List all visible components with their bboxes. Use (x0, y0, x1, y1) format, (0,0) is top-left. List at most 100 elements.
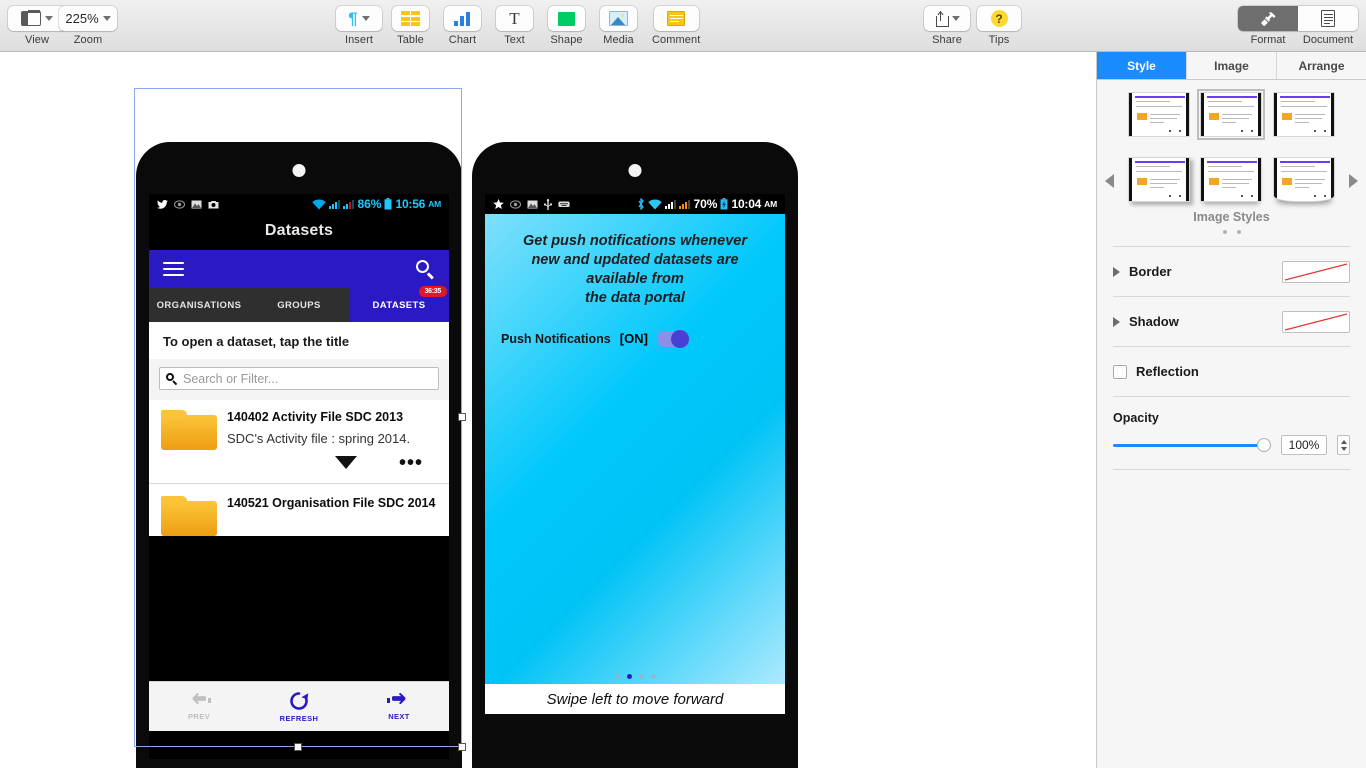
opacity-controls: 100% (1097, 425, 1366, 455)
divider (1113, 469, 1350, 470)
push-notifications-row[interactable]: Push Notifications [ON] (485, 309, 785, 348)
view-button[interactable] (8, 6, 66, 31)
opacity-stepper[interactable] (1337, 435, 1350, 455)
document-label: Document (1302, 34, 1354, 46)
image-style-option-4[interactable] (1128, 157, 1191, 202)
toolbar-group-table: Table (392, 6, 429, 46)
slider-knob[interactable] (1257, 438, 1271, 452)
phone2-status-left-icons (493, 198, 570, 210)
phone2-ampm: AM (764, 199, 777, 209)
styles-next-arrow-icon[interactable] (1349, 174, 1358, 188)
resize-handle-bottom[interactable] (294, 743, 302, 751)
resize-handle-right[interactable] (458, 413, 466, 421)
wifi-icon (648, 198, 663, 209)
phone2-clock: 10:04 (731, 197, 762, 211)
table-icon (401, 11, 420, 26)
toolbar-group-chart: Chart (444, 6, 481, 46)
tab-arrange[interactable]: Arrange (1277, 52, 1366, 79)
insert-button[interactable]: ¶ (336, 6, 382, 31)
shape-button[interactable] (548, 6, 585, 31)
phone2-headline: Get push notifications whenever new and … (523, 233, 747, 307)
toolbar-group-share: Share (924, 6, 970, 46)
border-row[interactable]: Border (1097, 247, 1366, 296)
zoom-button[interactable]: 225% (59, 6, 117, 31)
styles-prev-arrow-icon[interactable] (1105, 174, 1114, 188)
page-dot[interactable] (650, 674, 656, 679)
format-brush-icon (1260, 11, 1277, 27)
chart-button[interactable] (444, 6, 481, 31)
tab-image[interactable]: Image (1187, 52, 1277, 79)
image-styles-picker: Image Styles (1097, 80, 1366, 234)
phone2-screen: 70% 10:04 AM Get push notifications when… (485, 194, 785, 714)
eye-icon (510, 199, 521, 209)
keyboard-icon (558, 201, 570, 207)
image-style-option-2[interactable] (1197, 89, 1266, 140)
usb-icon (544, 198, 552, 210)
resize-handle-bottom-right[interactable] (458, 743, 466, 751)
opacity-label: Opacity (1113, 411, 1159, 425)
star-icon (493, 199, 504, 209)
image-styles-caption: Image Styles (1193, 210, 1270, 224)
question-mark-icon: ? (990, 10, 1008, 27)
insert-label: Insert (344, 34, 374, 46)
phone-mockup-push-notifications[interactable]: 70% 10:04 AM Get push notifications when… (472, 142, 798, 768)
image-style-option-1[interactable] (1128, 92, 1191, 137)
selection-frame (134, 88, 462, 747)
page-dot[interactable] (1236, 230, 1241, 234)
chevron-down-icon (45, 16, 53, 21)
battery-charging-icon (720, 198, 728, 210)
opacity-slider[interactable] (1113, 438, 1271, 452)
reflection-row[interactable]: Reflection (1097, 347, 1366, 396)
text-button[interactable]: T (496, 6, 533, 31)
stepper-up-icon[interactable] (1340, 439, 1347, 444)
phone2-battery-percent: 70% (693, 197, 718, 211)
tips-button[interactable]: ? (977, 6, 1021, 31)
page-dot-active[interactable] (626, 674, 632, 679)
reflection-checkbox[interactable] (1113, 364, 1127, 379)
share-label: Share (932, 34, 962, 46)
toolbar-group-insert: ¶ Insert (336, 6, 382, 46)
phone2-footer-text: Swipe left to move forward (485, 684, 785, 714)
opacity-value-field[interactable]: 100% (1281, 435, 1327, 455)
format-inspector-sidebar: Style Image Arrange Image Styles Border … (1096, 52, 1366, 768)
border-none-swatch[interactable] (1282, 260, 1350, 283)
image-styles-grid (1097, 89, 1366, 202)
toolbar-group-shape: Shape (548, 6, 585, 46)
media-label: Media (603, 34, 634, 46)
table-button[interactable] (392, 6, 429, 31)
tab-style[interactable]: Style (1097, 52, 1187, 79)
image-style-option-3[interactable] (1272, 92, 1335, 137)
shadow-none-swatch[interactable] (1282, 310, 1350, 333)
bluetooth-icon (638, 198, 645, 210)
border-label: Border (1129, 264, 1172, 279)
share-button[interactable] (924, 6, 970, 31)
disclosure-triangle-icon[interactable] (1113, 316, 1120, 327)
disclosure-triangle-icon[interactable] (1113, 266, 1120, 277)
bar-chart-icon (453, 11, 472, 26)
shadow-row[interactable]: Shadow (1097, 297, 1366, 346)
document-icon (1321, 10, 1335, 27)
stepper-down-icon[interactable] (1340, 446, 1347, 451)
push-notifications-state: [ON] (619, 331, 648, 346)
media-button[interactable] (600, 6, 637, 31)
page-dot[interactable] (638, 674, 644, 679)
document-button[interactable] (1298, 6, 1358, 31)
page-dot[interactable] (1222, 230, 1227, 234)
page-dot[interactable] (614, 674, 620, 679)
comment-button[interactable] (653, 6, 699, 31)
image-style-option-6[interactable] (1272, 157, 1335, 202)
document-canvas[interactable]: 86% 10:56 AM Datasets 36:35 ORGANISATION… (0, 52, 1096, 768)
zoom-label: Zoom (73, 34, 103, 46)
slider-track (1113, 444, 1271, 447)
inspector-tab-bar: Style Image Arrange (1097, 52, 1366, 80)
toolbar-group-comment: Comment (652, 6, 700, 46)
signal-bars-icon (679, 199, 691, 209)
comment-note-icon (667, 11, 686, 26)
toggle-switch-on-icon[interactable] (656, 329, 689, 348)
toolbar-group-text: T Text (496, 6, 533, 46)
format-button[interactable] (1238, 6, 1298, 31)
chevron-down-icon (951, 16, 960, 21)
image-style-option-5[interactable] (1200, 157, 1263, 202)
zoom-value: 225% (65, 11, 99, 26)
media-photo-icon (609, 11, 628, 26)
